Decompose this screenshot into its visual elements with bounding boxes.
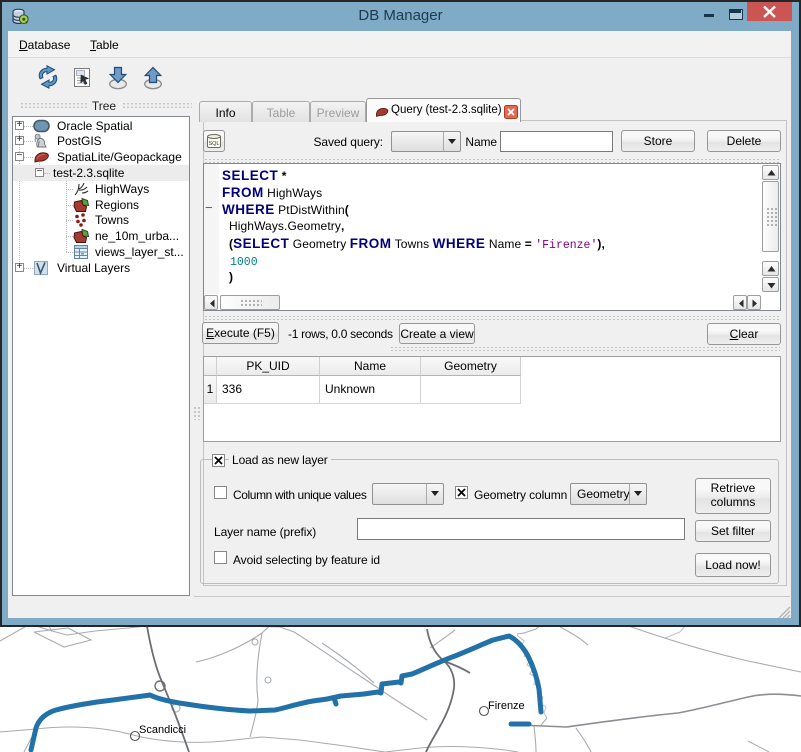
svg-text:Firenze: Firenze	[488, 700, 525, 712]
svg-text:Scandicci: Scandicci	[139, 724, 186, 736]
svg-text:SQL: SQL	[208, 141, 219, 147]
